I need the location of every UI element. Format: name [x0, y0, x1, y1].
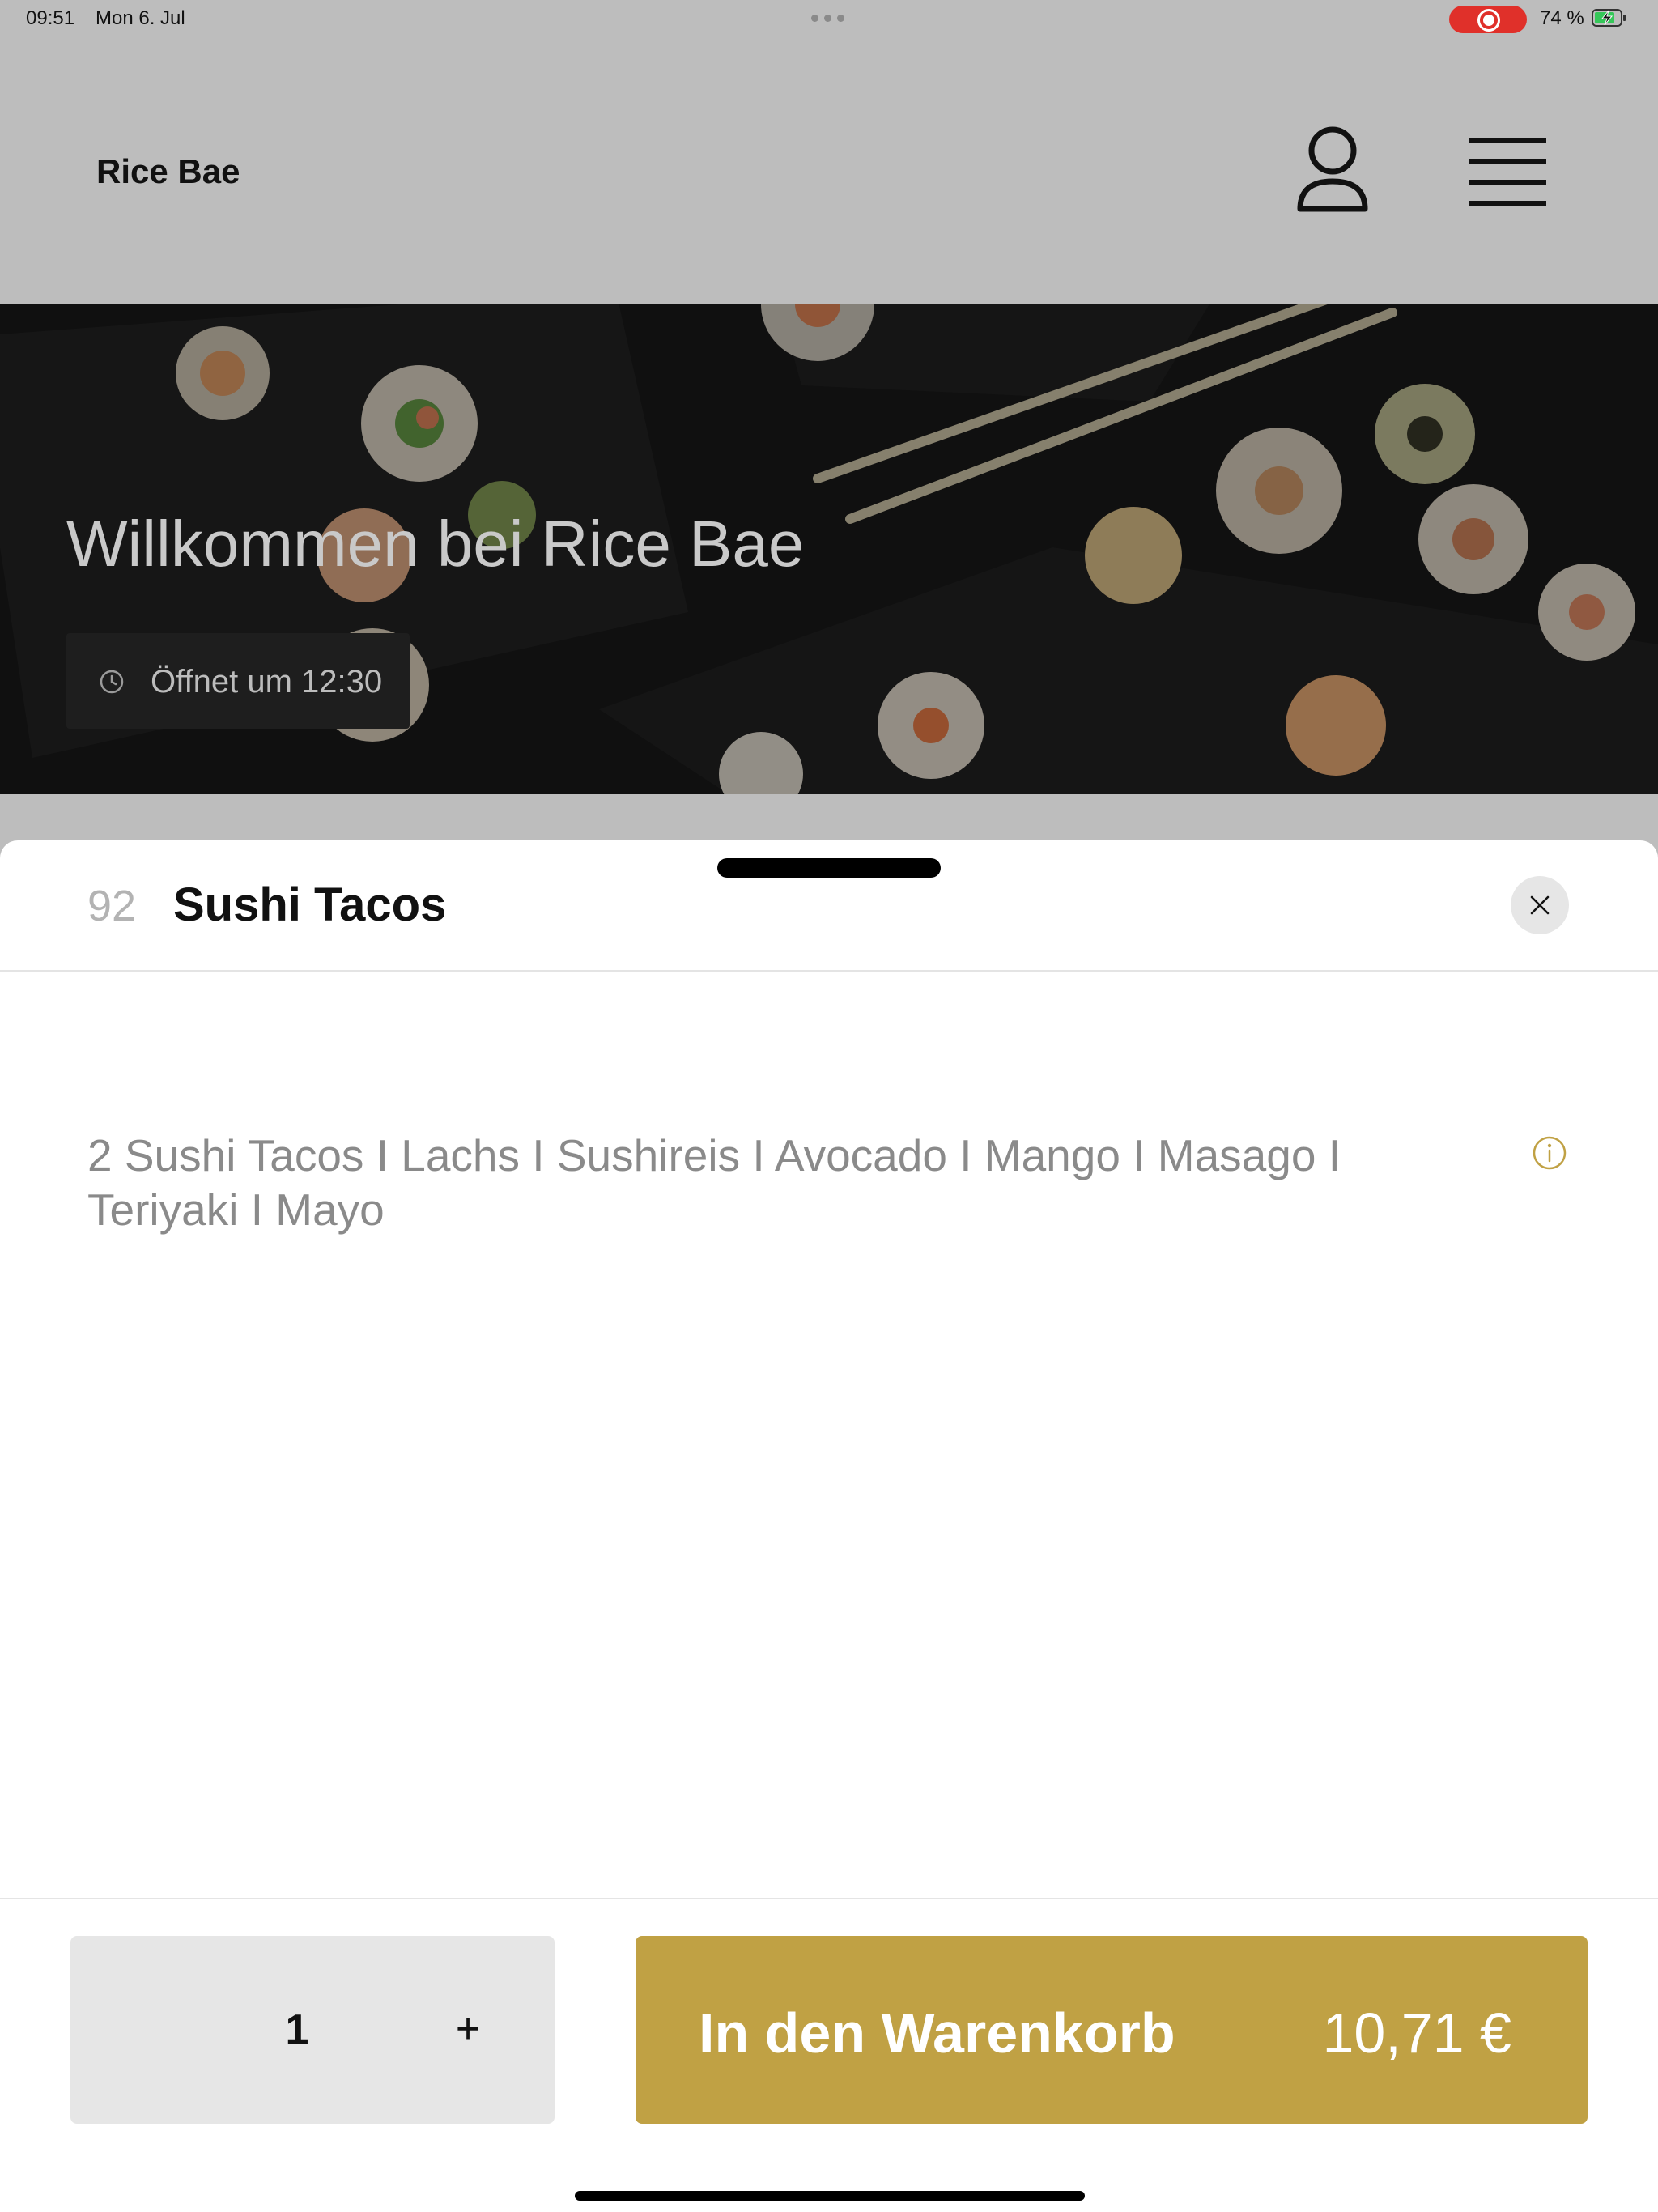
- battery-charging-icon: [1592, 9, 1626, 27]
- person-icon[interactable]: [1294, 125, 1371, 215]
- hero-title: Willkommen bei Rice Bae: [66, 508, 805, 580]
- close-button[interactable]: [1511, 876, 1569, 934]
- backdrop-strip: [0, 794, 1658, 843]
- info-icon[interactable]: [1532, 1135, 1567, 1171]
- quantity-value: 1: [285, 2006, 309, 2053]
- item-number: 92: [87, 882, 137, 930]
- sheet-grabber-handle[interactable]: [717, 858, 941, 878]
- home-indicator[interactable]: [575, 2191, 1085, 2201]
- hero-banner: Willkommen bei Rice Bae Öffnet um 12:30: [0, 304, 1658, 794]
- increase-quantity-button[interactable]: +: [440, 2001, 496, 2057]
- brand-logo-text[interactable]: Rice Bae: [96, 152, 240, 191]
- close-icon: [1530, 895, 1550, 915]
- screen-recording-icon[interactable]: [1449, 6, 1527, 33]
- footer-divider: [0, 1898, 1658, 1899]
- status-date: Mon 6. Jul: [96, 7, 185, 29]
- header-divider: [0, 970, 1658, 972]
- hamburger-menu-icon[interactable]: [1465, 136, 1550, 207]
- site-header: Rice Bae: [0, 39, 1658, 304]
- multitasking-dots-icon[interactable]: [811, 15, 844, 22]
- status-bar: 09:51 Mon 6. Jul 74 %: [0, 0, 1658, 39]
- battery-percentage: 74 %: [1540, 7, 1584, 29]
- quantity-stepper: 1 +: [70, 1936, 555, 2124]
- clock-icon: [100, 670, 124, 694]
- add-to-cart-button[interactable]: In den Warenkorb 10,71 €: [636, 1936, 1588, 2124]
- screen: 09:51 Mon 6. Jul 74 % Rice Bae Willkomme…: [0, 0, 1658, 2212]
- opening-hours-text: Öffnet um 12:30: [151, 664, 383, 700]
- item-detail-sheet: 92 Sushi Tacos 2 Sushi Tacos I Lachs I S…: [0, 840, 1658, 2212]
- status-time: 09:51: [26, 7, 75, 29]
- add-to-cart-label: In den Warenkorb: [699, 2001, 1175, 2065]
- item-price: 10,71 €: [1322, 2001, 1511, 2065]
- item-description: 2 Sushi Tacos I Lachs I Sushireis I Avoc…: [87, 1130, 1341, 1235]
- item-title: Sushi Tacos: [173, 878, 447, 931]
- opening-hours-badge: Öffnet um 12:30: [66, 633, 410, 729]
